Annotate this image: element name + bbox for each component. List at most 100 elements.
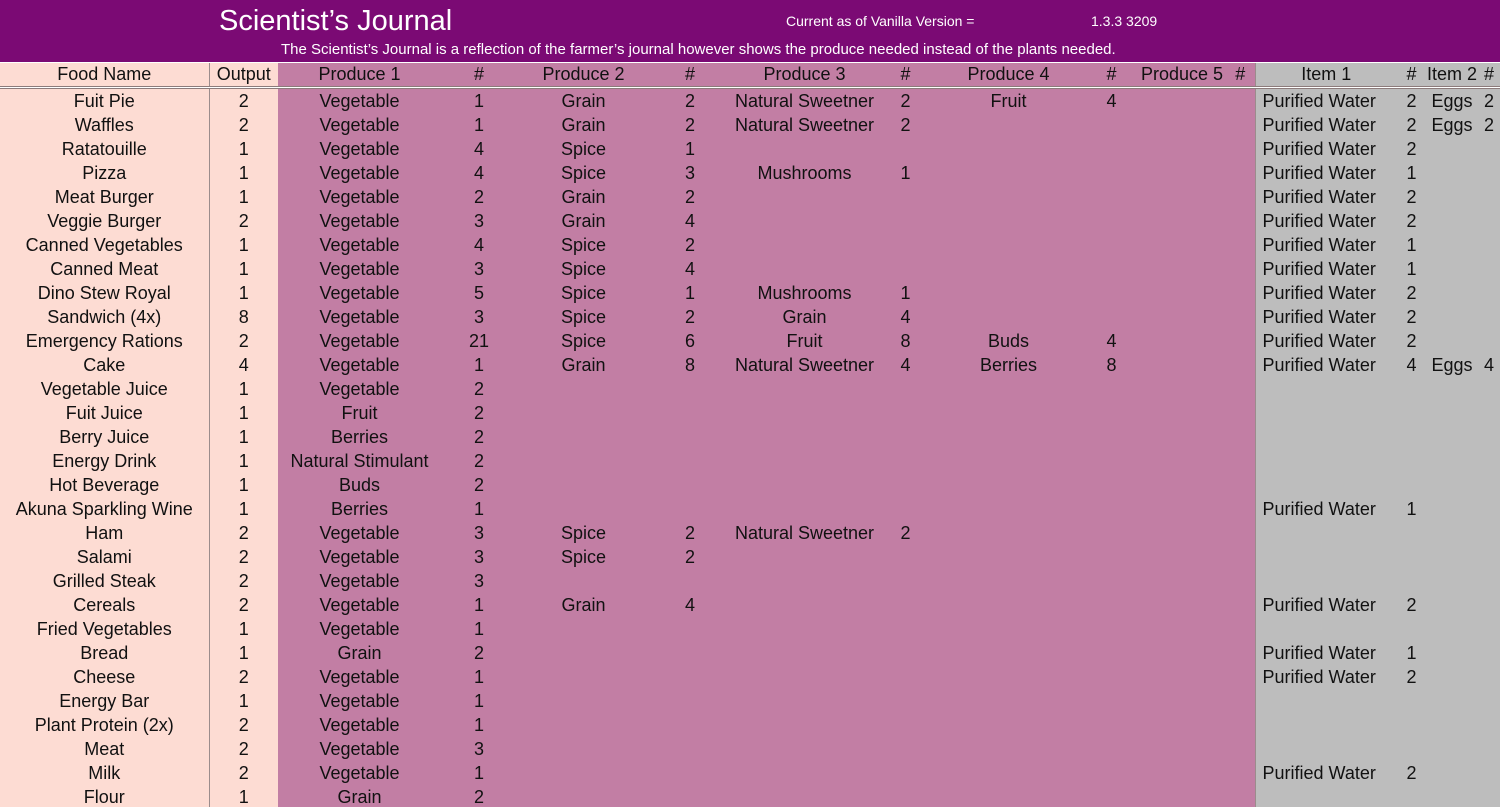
cell-produce-4-qty[interactable] <box>1085 305 1138 329</box>
cell-produce-2[interactable] <box>517 785 650 807</box>
cell-food-name[interactable]: Vegetable Juice <box>0 377 210 401</box>
cell-produce-3[interactable] <box>730 665 879 689</box>
cell-produce-3[interactable] <box>730 713 879 737</box>
cell-output[interactable]: 1 <box>209 185 278 209</box>
cell-food-name[interactable]: Cereals <box>0 593 210 617</box>
cell-produce-5[interactable] <box>1138 665 1226 689</box>
cell-produce-2[interactable] <box>517 449 650 473</box>
cell-produce-2[interactable]: Spice <box>517 545 650 569</box>
cell-produce-5[interactable] <box>1138 593 1226 617</box>
cell-produce-5-qty[interactable] <box>1226 473 1255 497</box>
cell-produce-5-qty[interactable] <box>1226 497 1255 521</box>
cell-produce-5-qty[interactable] <box>1226 209 1255 233</box>
cell-produce-5[interactable] <box>1138 497 1226 521</box>
cell-item-2-qty[interactable] <box>1478 137 1500 161</box>
cell-item-1-qty[interactable]: 1 <box>1397 161 1426 185</box>
cell-produce-5[interactable] <box>1138 281 1226 305</box>
cell-item-2-qty[interactable] <box>1478 569 1500 593</box>
cell-output[interactable]: 1 <box>209 377 278 401</box>
cell-item-2-qty[interactable] <box>1478 185 1500 209</box>
cell-item-1[interactable] <box>1254 785 1397 807</box>
cell-produce-3[interactable]: Natural Sweetner <box>730 353 879 377</box>
cell-produce-1-qty[interactable]: 1 <box>441 113 517 137</box>
cell-item-2-qty[interactable] <box>1478 593 1500 617</box>
cell-item-1-qty[interactable]: 1 <box>1397 257 1426 281</box>
cell-produce-2[interactable]: Spice <box>517 137 650 161</box>
cell-produce-2-qty[interactable]: 2 <box>650 305 730 329</box>
cell-produce-2[interactable] <box>517 689 650 713</box>
cell-produce-2-qty[interactable] <box>650 377 730 401</box>
cell-produce-2[interactable]: Grain <box>517 209 650 233</box>
cell-item-2-qty[interactable] <box>1478 761 1500 785</box>
cell-produce-3-qty[interactable]: 4 <box>879 353 932 377</box>
cell-produce-1[interactable]: Vegetable <box>278 113 441 137</box>
cell-item-2[interactable]: Eggs <box>1426 87 1478 113</box>
cell-produce-4-qty[interactable] <box>1085 401 1138 425</box>
cell-item-2-qty[interactable] <box>1478 473 1500 497</box>
cell-produce-4[interactable] <box>932 377 1085 401</box>
cell-item-1-qty[interactable]: 1 <box>1397 641 1426 665</box>
cell-produce-4[interactable] <box>932 761 1085 785</box>
cell-item-2[interactable]: Eggs <box>1426 353 1478 377</box>
cell-produce-2[interactable]: Grain <box>517 113 650 137</box>
cell-item-2-qty[interactable] <box>1478 425 1500 449</box>
cell-food-name[interactable]: Waffles <box>0 113 210 137</box>
cell-produce-4-qty[interactable] <box>1085 473 1138 497</box>
cell-produce-3-qty[interactable] <box>879 401 932 425</box>
cell-produce-4[interactable] <box>932 233 1085 257</box>
cell-item-2-qty[interactable] <box>1478 257 1500 281</box>
cell-produce-4[interactable] <box>932 593 1085 617</box>
cell-item-2[interactable] <box>1426 185 1478 209</box>
cell-produce-5[interactable] <box>1138 161 1226 185</box>
cell-produce-1[interactable]: Vegetable <box>278 329 441 353</box>
cell-produce-1[interactable]: Vegetable <box>278 353 441 377</box>
cell-produce-1[interactable]: Berries <box>278 497 441 521</box>
cell-produce-3-qty[interactable]: 4 <box>879 305 932 329</box>
cell-produce-2-qty[interactable] <box>650 497 730 521</box>
cell-item-2-qty[interactable]: 2 <box>1478 87 1500 113</box>
cell-produce-5-qty[interactable] <box>1226 449 1255 473</box>
cell-produce-5[interactable] <box>1138 641 1226 665</box>
cell-item-2[interactable] <box>1426 689 1478 713</box>
cell-item-1[interactable]: Purified Water <box>1254 161 1397 185</box>
cell-produce-3-qty[interactable]: 1 <box>879 281 932 305</box>
cell-produce-4-qty[interactable] <box>1085 641 1138 665</box>
cell-produce-2-qty[interactable]: 2 <box>650 113 730 137</box>
cell-produce-4-qty[interactable] <box>1085 281 1138 305</box>
cell-item-2[interactable]: Eggs <box>1426 113 1478 137</box>
cell-item-2[interactable] <box>1426 497 1478 521</box>
cell-item-2[interactable] <box>1426 329 1478 353</box>
cell-produce-2-qty[interactable]: 6 <box>650 329 730 353</box>
cell-produce-5[interactable] <box>1138 209 1226 233</box>
cell-output[interactable]: 1 <box>209 497 278 521</box>
cell-food-name[interactable]: Fuit Juice <box>0 401 210 425</box>
cell-produce-3-qty[interactable]: 1 <box>879 161 932 185</box>
cell-produce-4[interactable] <box>932 425 1085 449</box>
cell-produce-1-qty[interactable]: 1 <box>441 713 517 737</box>
cell-produce-4-qty[interactable] <box>1085 617 1138 641</box>
cell-item-1[interactable]: Purified Water <box>1254 641 1397 665</box>
cell-produce-2[interactable] <box>517 641 650 665</box>
cell-produce-1-qty[interactable]: 1 <box>441 497 517 521</box>
cell-produce-4[interactable] <box>932 569 1085 593</box>
cell-food-name[interactable]: Flour <box>0 785 210 807</box>
cell-produce-3-qty[interactable] <box>879 593 932 617</box>
cell-produce-3[interactable] <box>730 641 879 665</box>
cell-item-1-qty[interactable]: 2 <box>1397 305 1426 329</box>
cell-item-2[interactable] <box>1426 593 1478 617</box>
cell-food-name[interactable]: Cheese <box>0 665 210 689</box>
cell-produce-4-qty[interactable] <box>1085 377 1138 401</box>
cell-produce-1[interactable]: Vegetable <box>278 545 441 569</box>
cell-produce-5-qty[interactable] <box>1226 113 1255 137</box>
cell-item-2[interactable] <box>1426 305 1478 329</box>
cell-produce-1-qty[interactable]: 4 <box>441 233 517 257</box>
cell-produce-5-qty[interactable] <box>1226 161 1255 185</box>
cell-produce-5[interactable] <box>1138 761 1226 785</box>
cell-produce-3[interactable] <box>730 617 879 641</box>
cell-produce-1[interactable]: Vegetable <box>278 593 441 617</box>
cell-produce-5[interactable] <box>1138 521 1226 545</box>
cell-produce-4-qty[interactable] <box>1085 209 1138 233</box>
cell-produce-5-qty[interactable] <box>1226 737 1255 761</box>
cell-produce-4[interactable] <box>932 209 1085 233</box>
cell-item-2[interactable] <box>1426 233 1478 257</box>
